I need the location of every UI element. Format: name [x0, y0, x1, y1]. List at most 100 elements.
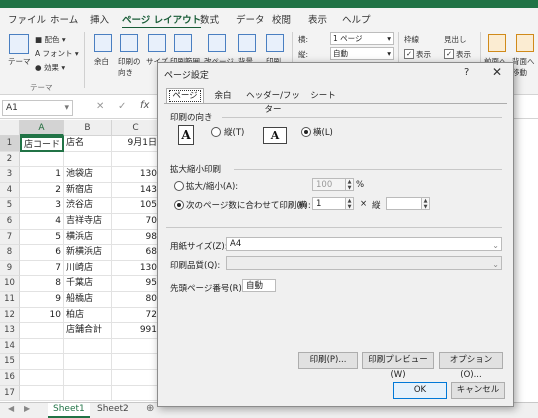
breaks-icon[interactable] — [208, 34, 226, 52]
table-cell[interactable]: 店舗合計 — [64, 323, 112, 339]
table-cell[interactable] — [20, 354, 64, 370]
table-cell[interactable]: 新宿店 — [64, 182, 112, 199]
row-header[interactable]: 17 — [0, 385, 20, 402]
tab-home[interactable]: ホーム — [50, 12, 78, 26]
background-icon[interactable] — [238, 34, 256, 52]
table-cell[interactable]: 渋谷店 — [64, 198, 112, 214]
tab-view[interactable]: 表示 — [308, 12, 327, 26]
column-header-a[interactable]: A — [20, 120, 64, 136]
print-titles-icon[interactable] — [266, 34, 284, 52]
table-cell[interactable]: 143 — [112, 182, 160, 199]
tab-file[interactable]: ファイル — [8, 12, 46, 26]
adjust-to-spinner[interactable]: ▲ ▼ — [345, 178, 354, 191]
row-header[interactable]: 14 — [0, 338, 20, 355]
print-button[interactable]: 印刷(P)... — [298, 352, 358, 369]
tab-help[interactable]: ヘルプ — [342, 12, 371, 26]
cancel-icon[interactable]: ✕ — [96, 101, 104, 112]
prev-sheet-icon[interactable]: ◀ — [8, 404, 14, 413]
table-cell[interactable]: 2 — [20, 182, 64, 199]
table-cell[interactable]: 98 — [112, 229, 160, 246]
pages-wide-input[interactable]: 1 — [312, 197, 346, 210]
table-cell[interactable] — [112, 354, 160, 370]
scale-height-dropdown[interactable]: 自動 ▾ — [330, 47, 394, 60]
close-icon[interactable]: ✕ — [492, 65, 502, 79]
paper-size-dropdown[interactable]: A4 ⌄ — [226, 237, 502, 251]
table-cell[interactable]: 川崎店 — [64, 260, 112, 277]
table-cell[interactable]: 80 — [112, 292, 160, 308]
bring-forward-icon[interactable] — [488, 34, 506, 52]
table-cell[interactable]: 9月1日 — [112, 136, 160, 152]
row-header[interactable]: 8 — [0, 245, 20, 261]
orientation-icon[interactable] — [120, 34, 138, 52]
row-header[interactable]: 9 — [0, 260, 20, 277]
tab-page-layout[interactable]: ページ レイアウト — [122, 12, 202, 29]
themes-icon[interactable] — [9, 34, 29, 54]
table-cell[interactable]: 95 — [112, 276, 160, 292]
sheet-tab-sheet2[interactable]: Sheet2 — [92, 403, 134, 416]
column-header-c[interactable]: C — [112, 120, 160, 136]
cancel-button[interactable]: キャンセル — [451, 382, 505, 399]
themes-button-label[interactable]: テーマ — [8, 56, 31, 67]
table-cell[interactable] — [112, 370, 160, 386]
row-header[interactable]: 16 — [0, 370, 20, 386]
table-cell[interactable] — [20, 370, 64, 386]
row-header[interactable]: 5 — [0, 198, 20, 214]
table-cell[interactable]: 1 — [20, 167, 64, 183]
table-cell[interactable]: 6 — [20, 245, 64, 261]
table-cell[interactable]: 130 — [112, 260, 160, 277]
adjust-to-radio[interactable] — [174, 181, 184, 191]
table-cell[interactable]: 130 — [112, 167, 160, 183]
table-cell[interactable] — [64, 354, 112, 370]
tab-header-footer[interactable]: ヘッダー/フッター — [242, 89, 304, 115]
row-header[interactable]: 6 — [0, 214, 20, 230]
row-header[interactable]: 2 — [0, 151, 20, 168]
row-header[interactable]: 12 — [0, 307, 20, 324]
table-cell[interactable] — [64, 385, 112, 402]
table-cell[interactable]: 9 — [20, 292, 64, 308]
send-backward-label[interactable]: 背面へ 移動 — [512, 56, 535, 78]
table-cell[interactable]: 105 — [112, 198, 160, 214]
table-cell[interactable]: 船橋店 — [64, 292, 112, 308]
table-cell[interactable]: 店名 — [64, 136, 112, 152]
colors-button[interactable]: ■ 配色 ▾ — [35, 34, 66, 45]
select-all-corner[interactable] — [0, 120, 20, 136]
table-cell[interactable] — [20, 385, 64, 402]
table-cell[interactable] — [64, 151, 112, 168]
margins-button-label[interactable]: 余白 — [94, 56, 109, 67]
sheet-tab-sheet1[interactable]: Sheet1 — [48, 403, 90, 418]
table-cell[interactable]: 千葉店 — [64, 276, 112, 292]
table-cell[interactable] — [20, 338, 64, 355]
send-backward-icon[interactable] — [516, 34, 534, 52]
fonts-button[interactable]: A フォント ▾ — [35, 48, 79, 59]
row-header[interactable]: 1 — [0, 136, 20, 152]
pages-tall-spinner[interactable]: ▲ ▼ — [421, 197, 430, 210]
row-header[interactable]: 11 — [0, 292, 20, 308]
fit-to-radio[interactable] — [174, 200, 184, 210]
margins-icon[interactable] — [94, 34, 112, 52]
table-cell[interactable] — [20, 323, 64, 339]
table-cell[interactable]: 吉祥寺店 — [64, 214, 112, 230]
portrait-radio[interactable] — [211, 127, 221, 137]
row-header[interactable]: 4 — [0, 182, 20, 199]
row-header[interactable]: 15 — [0, 354, 20, 370]
next-sheet-icon[interactable]: ▶ — [24, 404, 30, 413]
table-cell[interactable]: 72 — [112, 307, 160, 324]
table-cell[interactable]: 68 — [112, 245, 160, 261]
table-cell[interactable] — [112, 338, 160, 355]
tab-insert[interactable]: 挿入 — [90, 12, 109, 26]
add-sheet-icon[interactable]: ⊕ — [146, 403, 154, 414]
name-box[interactable]: A1 ▾ — [2, 100, 73, 116]
table-cell[interactable]: 5 — [20, 229, 64, 246]
first-page-number-input[interactable]: 自動 — [242, 279, 276, 292]
pages-wide-spinner[interactable]: ▲ ▼ — [345, 197, 354, 210]
ok-button[interactable]: OK — [393, 382, 447, 399]
pages-tall-input[interactable] — [386, 197, 422, 210]
table-cell[interactable] — [112, 385, 160, 402]
table-cell[interactable]: 店コード — [20, 136, 64, 152]
table-cell[interactable]: 4 — [20, 214, 64, 230]
function-icon[interactable]: fx — [140, 100, 149, 111]
print-area-icon[interactable] — [174, 34, 192, 52]
table-cell[interactable]: 991 — [112, 323, 160, 339]
gridlines-view-checkbox[interactable]: ✓ — [404, 49, 414, 59]
print-preview-button[interactable]: 印刷プレビュー(W) — [362, 352, 434, 380]
